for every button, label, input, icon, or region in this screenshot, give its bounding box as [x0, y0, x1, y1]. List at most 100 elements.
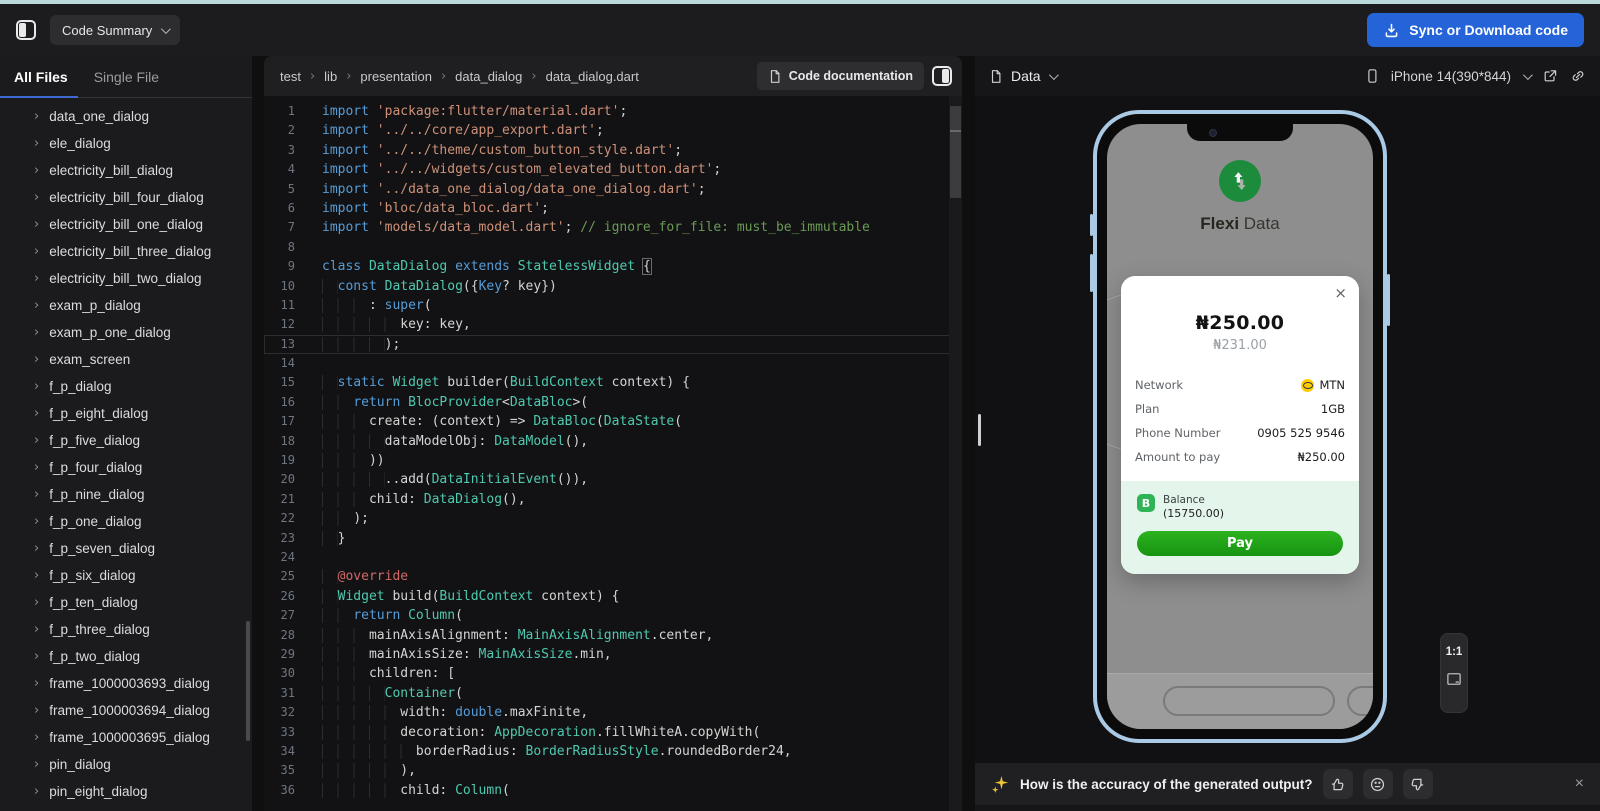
dimmed-button-outline — [1347, 686, 1373, 716]
line-number: 36 — [264, 781, 310, 800]
chevron-down-icon[interactable] — [1523, 70, 1533, 80]
link-icon[interactable] — [1570, 68, 1586, 84]
dialog-detail-row: Amount to pay₦250.00 — [1135, 445, 1345, 469]
file-tree-item[interactable]: ›electricity_bill_two_dialog — [0, 265, 252, 292]
code-line: 4import '../../widgets/custom_elevated_b… — [264, 160, 962, 179]
file-tree-item[interactable]: ›data_one_dialog — [0, 103, 252, 130]
phone-icon — [1365, 67, 1379, 85]
line-number: 10 — [264, 277, 310, 296]
chevron-right-icon: › — [34, 190, 39, 205]
code-area[interactable]: 1import 'package:flutter/material.dart';… — [264, 96, 962, 811]
file-tree-item[interactable]: ›f_p_three_dialog — [0, 616, 252, 643]
file-tree-item[interactable]: ›electricity_bill_dialog — [0, 157, 252, 184]
amount-primary: ₦250.00 — [1121, 312, 1359, 334]
line-number: 4 — [264, 160, 310, 179]
iphone-frame: Flexi Data × ₦250.00 ₦231.00 NetworkMTNP… — [1093, 110, 1387, 743]
code-line: 21 child: DataDialog(), — [264, 490, 962, 509]
line-number: 20 — [264, 470, 310, 489]
tab-all-files[interactable]: All Files — [14, 56, 68, 97]
file-tree-item[interactable]: ›f_p_seven_dialog — [0, 535, 252, 562]
pay-button[interactable]: Pay — [1137, 531, 1343, 556]
breadcrumb-item[interactable]: test — [280, 69, 301, 84]
code-line: 7import 'models/data_model.dart'; // ign… — [264, 218, 962, 237]
sidebar-toggle-icon[interactable] — [16, 20, 36, 40]
app-title: Flexi Data — [1107, 214, 1373, 234]
file-tree-item[interactable]: ›f_p_five_dialog — [0, 427, 252, 454]
page-selector[interactable]: Data — [1011, 68, 1041, 84]
code-summary-dropdown[interactable]: Code Summary — [50, 15, 180, 45]
file-tree-item[interactable]: ›f_p_dialog — [0, 373, 252, 400]
detail-value: 1GB — [1321, 402, 1345, 416]
file-tree-item[interactable]: › f_p_two_dialog — [0, 643, 252, 670]
breadcrumb-separator: › — [441, 69, 446, 84]
file-tree-item[interactable]: ›f_p_nine_dialog — [0, 481, 252, 508]
sync-download-button[interactable]: Sync or Download code — [1367, 13, 1584, 47]
file-tree-item[interactable]: ›frame_1000003693_dialog — [0, 670, 252, 697]
file-tree-item[interactable]: ›pin_eight_dialog — [0, 778, 252, 805]
panel-toggle-icon[interactable] — [932, 66, 952, 86]
code-documentation-button[interactable]: Code documentation — [757, 62, 924, 90]
page-icon — [989, 69, 1003, 84]
file-name: pin_eight_dialog — [49, 784, 147, 799]
line-number: 14 — [264, 354, 310, 373]
open-external-icon[interactable] — [1542, 68, 1558, 84]
sparkles-icon — [991, 775, 1010, 794]
tab-single-file[interactable]: Single File — [94, 56, 159, 97]
file-tree-item[interactable]: ›ele_dialog — [0, 130, 252, 157]
file-explorer-sidebar: All Files Single File ›data_one_dialog›e… — [0, 56, 252, 811]
file-name: f_p_two_dialog — [49, 649, 140, 664]
line-number: 32 — [264, 703, 310, 722]
code-line: 25 @override — [264, 567, 962, 586]
editor-scrollbar-thumb[interactable] — [950, 106, 961, 198]
file-tree-item[interactable]: ›f_p_eight_dialog — [0, 400, 252, 427]
code-line: 9class DataDialog extends StatelessWidge… — [264, 257, 962, 276]
chevron-down-icon[interactable] — [1049, 70, 1059, 80]
breadcrumb-item[interactable]: data_dialog — [455, 69, 522, 84]
code-line: 8 — [264, 238, 962, 257]
chevron-right-icon: › — [34, 136, 39, 151]
sidebar-scrollbar[interactable] — [246, 621, 250, 741]
breadcrumb-item[interactable]: presentation — [360, 69, 432, 84]
file-tree-item[interactable]: ›f_p_six_dialog — [0, 562, 252, 589]
file-tree-item[interactable]: ›f_p_ten_dialog — [0, 589, 252, 616]
breadcrumb-item[interactable]: data_dialog.dart — [546, 69, 639, 84]
close-icon[interactable]: × — [1334, 284, 1347, 302]
code-line: 28 mainAxisAlignment: MainAxisAlignment.… — [264, 626, 962, 645]
file-tree-item[interactable]: ›frame_1000003695_dialog — [0, 724, 252, 751]
line-number: 34 — [264, 742, 310, 761]
file-name: f_p_ten_dialog — [49, 595, 138, 610]
neutral-face-button[interactable] — [1363, 769, 1393, 799]
thumbs-up-button[interactable] — [1323, 769, 1353, 799]
breadcrumb-item[interactable]: lib — [324, 69, 337, 84]
zoom-ratio-label[interactable]: 1:1 — [1446, 646, 1463, 658]
file-tree-item[interactable]: ›electricity_bill_four_dialog — [0, 184, 252, 211]
dialog-detail-row: NetworkMTN — [1135, 373, 1345, 397]
file-tree-item[interactable]: ›frame_1000003694_dialog — [0, 697, 252, 724]
code-line: 16 return BlocProvider<DataBloc>( — [264, 393, 962, 412]
file-tree-item[interactable]: ›exam_screen — [0, 346, 252, 373]
file-tree-item[interactable]: ›f_p_four_dialog — [0, 454, 252, 481]
chevron-right-icon: › — [34, 649, 39, 664]
device-selector[interactable]: iPhone 14(390*844) — [1391, 69, 1511, 84]
file-tree-item[interactable]: ›electricity_bill_three_dialog — [0, 238, 252, 265]
code-line: 31 Container( — [264, 684, 962, 703]
code-editor-panel: test›lib›presentation›data_dialog›data_d… — [264, 56, 962, 811]
code-line: 35 ), — [264, 761, 962, 780]
preview-scrollbar[interactable] — [978, 414, 981, 446]
file-tree-item[interactable]: ›electricity_bill_one_dialog — [0, 211, 252, 238]
line-number: 22 — [264, 509, 310, 528]
phone-side-button — [1090, 214, 1093, 236]
file-name: f_p_six_dialog — [49, 568, 135, 583]
file-name: electricity_bill_three_dialog — [49, 244, 211, 259]
thumbs-down-button[interactable] — [1403, 769, 1433, 799]
file-tree-item[interactable]: ›pin_dialog — [0, 751, 252, 778]
app-header: Code Summary Sync or Download code — [0, 4, 1600, 56]
editor-scrollbar[interactable] — [949, 96, 962, 811]
file-tree-item[interactable]: ›f_p_one_dialog — [0, 508, 252, 535]
fit-screen-icon[interactable] — [1446, 672, 1462, 686]
close-icon[interactable]: × — [1575, 775, 1584, 793]
line-number: 18 — [264, 432, 310, 451]
file-tree-item[interactable]: ›exam_p_one_dialog — [0, 319, 252, 346]
phone-side-button — [1090, 254, 1093, 292]
file-tree-item[interactable]: ›exam_p_dialog — [0, 292, 252, 319]
